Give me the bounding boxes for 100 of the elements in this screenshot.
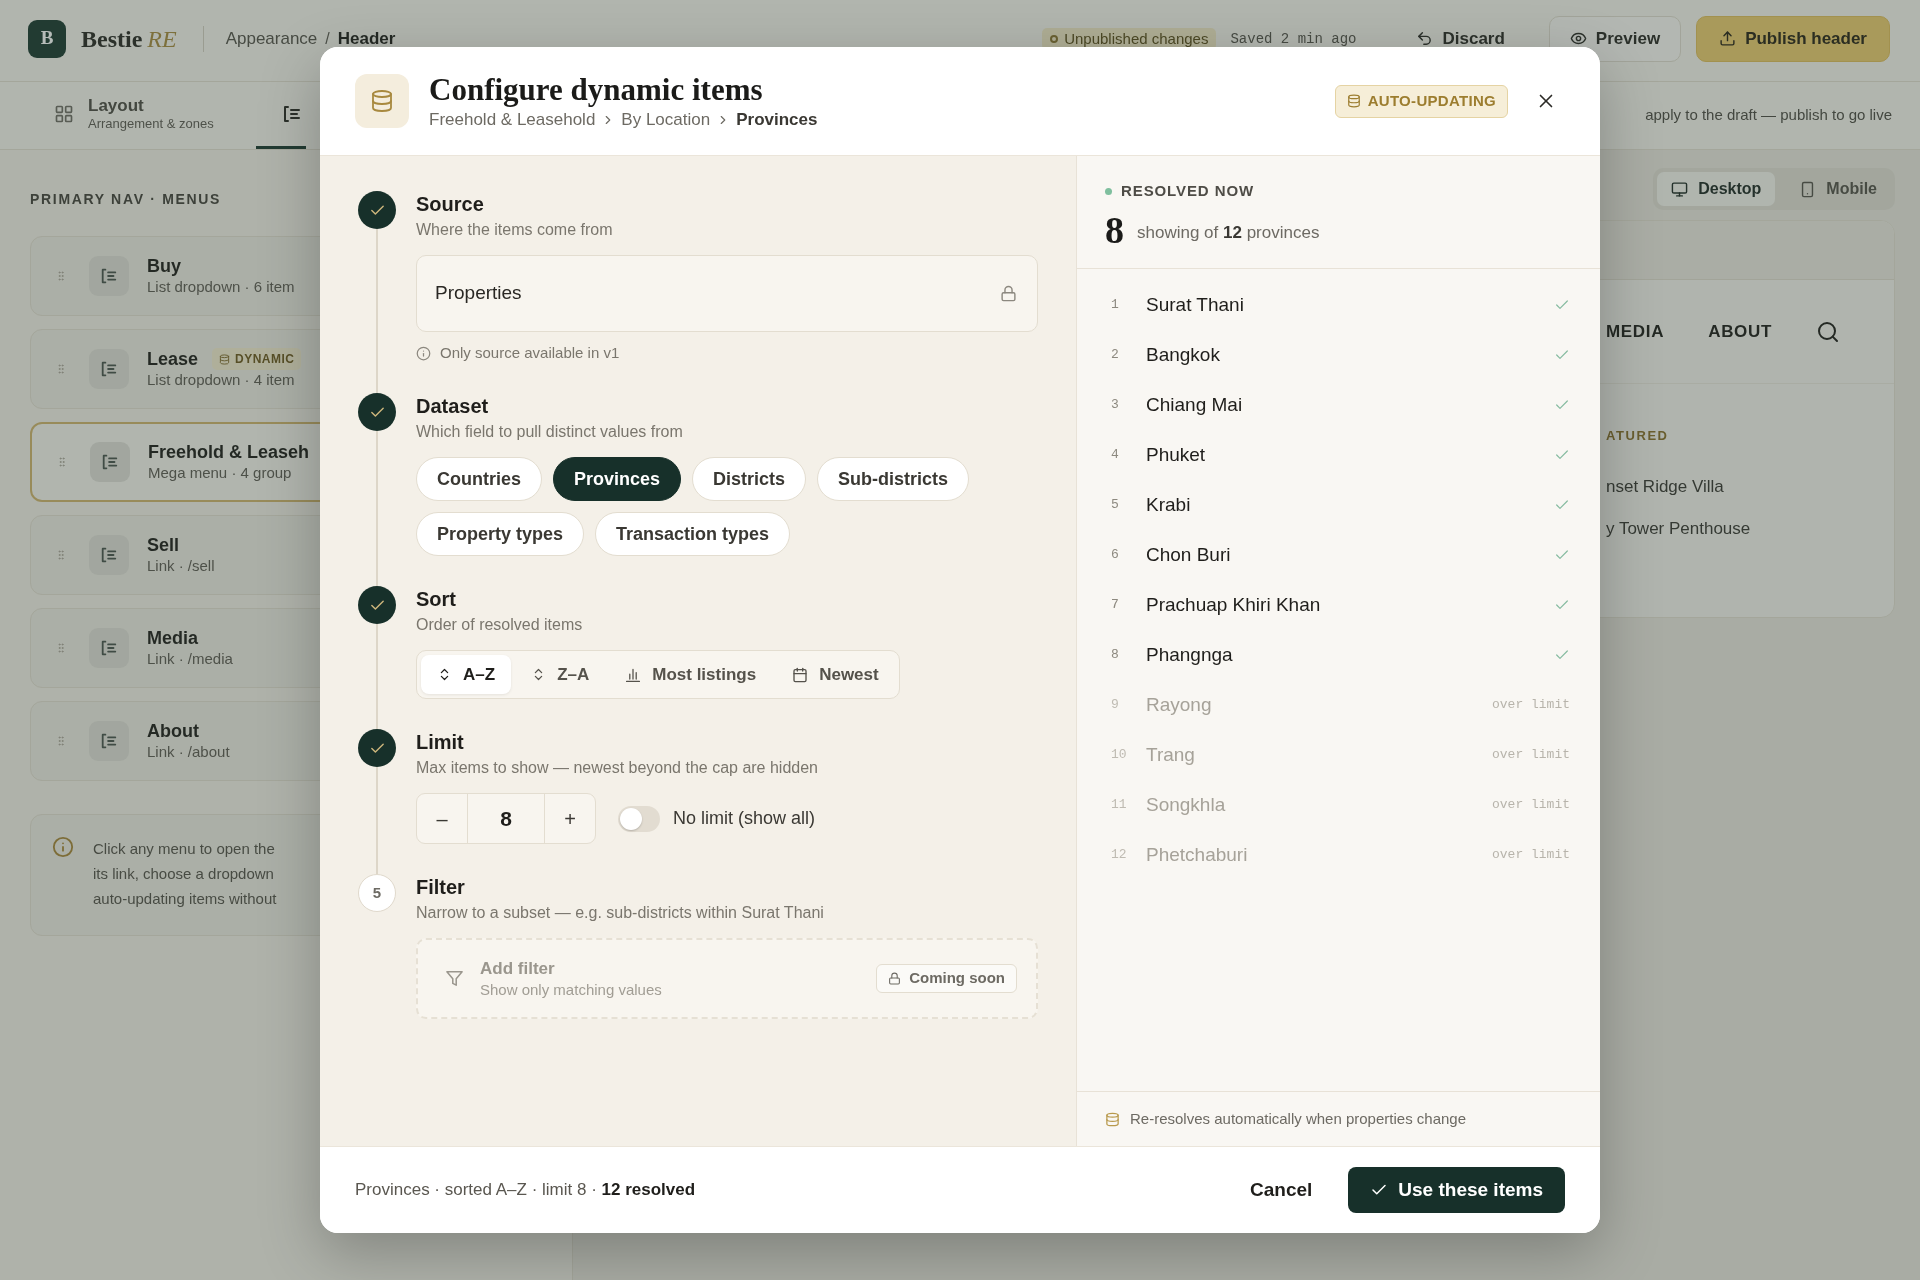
drag-handle-icon[interactable] xyxy=(55,547,67,563)
step-description: Narrow to a subset — e.g. sub-districts within Surat Thani xyxy=(416,903,825,923)
over-limit-note: over limit xyxy=(1492,746,1570,765)
menu-icon xyxy=(89,256,129,296)
province-name: Prachuap Khiri Khan xyxy=(1146,592,1321,617)
layout-tab[interactable]: Layout Arrangement & zones xyxy=(0,82,236,149)
province-name: Chon Buri xyxy=(1146,542,1231,567)
brand-logo: B xyxy=(28,19,66,58)
menu-subtitle: List dropdown · 6 item xyxy=(147,277,295,297)
menu-icon xyxy=(89,535,129,575)
breadcrumb-item: By Location xyxy=(621,108,711,131)
province-name: Songkhla xyxy=(1146,792,1226,817)
section-label: ATURED xyxy=(1606,428,1669,444)
row-number: 12 xyxy=(1111,846,1128,865)
menu-subtitle: Link · /sell xyxy=(147,556,215,576)
sort-option[interactable]: A–Z xyxy=(421,655,512,694)
row-number: 4 xyxy=(1111,446,1120,465)
sort-option[interactable]: Newest xyxy=(776,655,895,694)
cancel-button[interactable]: Cancel xyxy=(1234,1167,1329,1213)
discard-button[interactable]: Discard xyxy=(1406,18,1515,59)
drag-handle-icon[interactable] xyxy=(55,268,67,284)
province-name: Chiang Mai xyxy=(1146,392,1243,417)
filter-title: Add filter xyxy=(480,957,556,980)
grid-icon xyxy=(54,104,74,124)
menu-subtitle: Mega menu · 4 group xyxy=(148,463,293,483)
over-limit-note: over limit xyxy=(1492,696,1570,715)
switch-label: No limit (show all) xyxy=(673,807,816,830)
dataset-chip[interactable]: Property types xyxy=(416,512,585,556)
bar-chart-icon xyxy=(625,666,642,683)
province-name: Surat Thani xyxy=(1146,292,1244,317)
eye-icon xyxy=(1569,30,1587,47)
tag-label: Unpublished changes xyxy=(1064,31,1209,46)
step-title: Filter xyxy=(416,875,466,899)
breadcrumb-link[interactable]: Appearance xyxy=(225,30,318,47)
filter-description: Show only matching values xyxy=(480,979,662,1000)
province-name: Trang xyxy=(1146,742,1195,767)
source-field[interactable]: Properties xyxy=(416,255,1038,332)
resolved-summary: showing of 12 provinces xyxy=(1137,221,1320,244)
modal-title: Configure dynamic items xyxy=(429,71,764,108)
nav-link[interactable]: ABOUT xyxy=(1708,318,1773,345)
menu-icon xyxy=(89,628,129,668)
limit-value[interactable]: 8 xyxy=(467,794,545,843)
dataset-chip[interactable]: Countries xyxy=(416,457,542,501)
drag-handle-icon[interactable] xyxy=(55,361,67,377)
no-limit-switch[interactable] xyxy=(618,805,660,832)
breadcrumb-current: Header xyxy=(337,30,396,47)
menu-title: Freehold & Leaseh xyxy=(148,441,310,463)
menu-title: Media xyxy=(147,627,198,649)
menu-icon xyxy=(90,442,130,482)
draft-hint: apply to the draft — publish to go live xyxy=(1645,105,1892,126)
auto-resolve-note: Re-resolves automatically when properties change xyxy=(1130,1108,1466,1129)
mobile-tab[interactable]: Mobile xyxy=(1785,172,1891,206)
province-name: Krabi xyxy=(1146,492,1191,517)
database-icon xyxy=(219,353,231,365)
step-title: Limit xyxy=(416,730,465,754)
row-number: 3 xyxy=(1111,396,1120,415)
upload-icon xyxy=(1719,30,1737,47)
row-number: 10 xyxy=(1111,746,1128,765)
database-icon xyxy=(1346,94,1361,108)
dataset-chip[interactable]: Sub-districts xyxy=(817,457,970,501)
selection-summary: Provinces · sorted A–Z · limit 8 · 12 resolved xyxy=(355,1179,696,1202)
step-title: Source xyxy=(416,192,485,216)
decrement-button[interactable]: – xyxy=(417,794,467,843)
tag-label: Coming soon xyxy=(909,968,1005,989)
row-number: 7 xyxy=(1111,596,1120,615)
drag-handle-icon[interactable] xyxy=(55,640,67,656)
monitor-icon xyxy=(1671,180,1689,198)
step-number: 5 xyxy=(358,874,396,912)
dataset-chip[interactable]: Districts xyxy=(692,457,807,501)
nav-link[interactable]: MEDIA xyxy=(1606,318,1665,345)
publish-button[interactable]: Publish header xyxy=(1696,15,1890,62)
featured-link[interactable]: nset Ridge Villa xyxy=(1606,476,1724,498)
menu-title: Sell xyxy=(147,534,180,556)
breadcrumb-item: Provinces xyxy=(736,108,818,131)
dataset-chip[interactable]: Transaction types xyxy=(595,512,791,556)
tag-label: AUTO-UPDATING xyxy=(1367,90,1496,111)
row-number: 5 xyxy=(1111,496,1120,515)
province-name: Bangkok xyxy=(1146,342,1220,367)
use-items-button[interactable]: Use these items xyxy=(1348,1167,1565,1213)
brand-suffix: RE xyxy=(147,26,177,51)
search-icon[interactable] xyxy=(1816,319,1841,344)
menu-subtitle: List dropdown · 4 item xyxy=(147,370,296,390)
saved-time: Saved 2 min ago xyxy=(1230,31,1357,46)
row-number: 8 xyxy=(1111,646,1120,665)
menu-title: Buy xyxy=(147,255,181,277)
increment-button[interactable]: + xyxy=(545,794,595,843)
featured-link[interactable]: y Tower Penthouse xyxy=(1606,518,1751,540)
menu-title: About xyxy=(147,720,199,742)
dataset-chip[interactable]: Provinces xyxy=(553,457,682,501)
desktop-tab[interactable]: Desktop xyxy=(1657,172,1776,206)
drag-handle-icon[interactable] xyxy=(56,454,68,470)
info-text: auto-updating items without xyxy=(93,889,277,909)
over-limit-note: over limit xyxy=(1492,846,1570,865)
province-name: Phangnga xyxy=(1146,642,1233,667)
info-icon xyxy=(52,836,74,858)
row-number: 9 xyxy=(1111,696,1120,715)
section-title: PRIMARY NAV · MENUS xyxy=(30,191,222,207)
breadcrumb-item: Freehold & Leasehold xyxy=(429,108,596,131)
drag-handle-icon[interactable] xyxy=(55,733,67,749)
sort-option[interactable]: Most listings xyxy=(609,655,773,694)
